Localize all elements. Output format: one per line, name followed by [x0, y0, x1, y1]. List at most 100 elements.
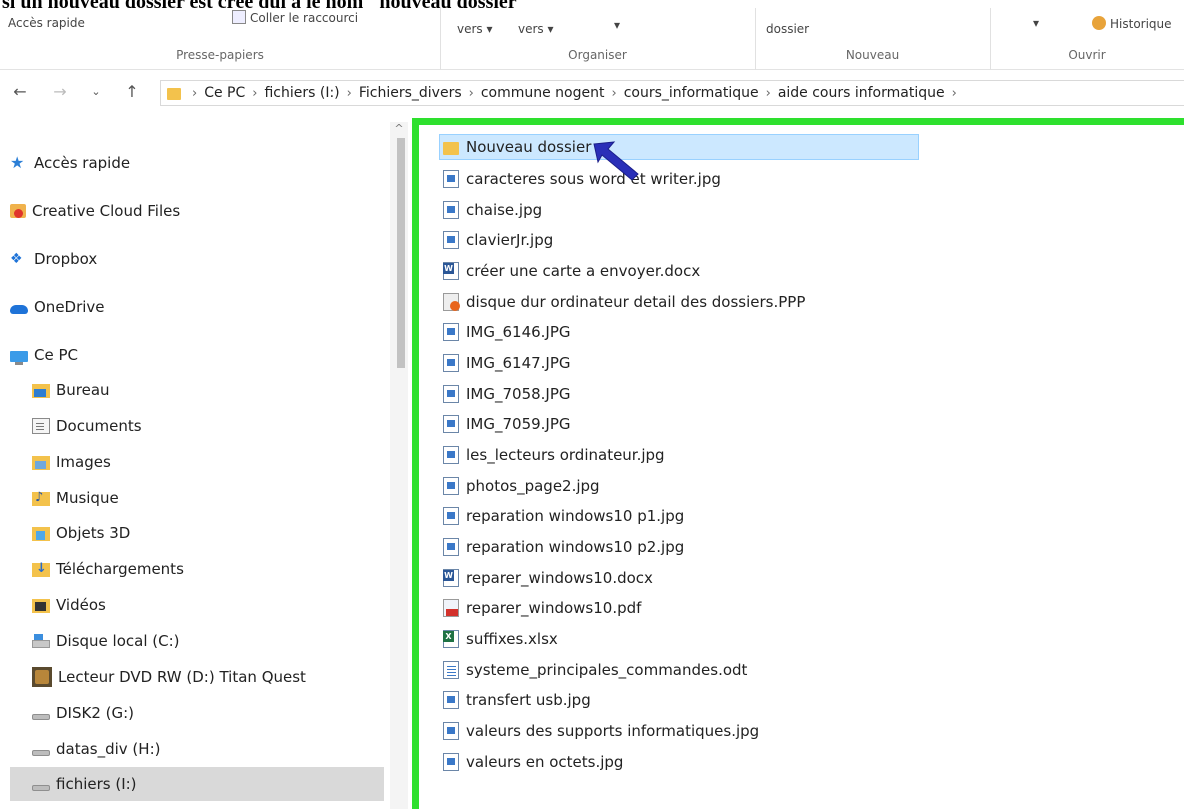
- history-icon: [1092, 16, 1106, 30]
- file-item[interactable]: photos_page2.jpg: [443, 473, 600, 499]
- sidebar-scroll-thumb[interactable]: [397, 138, 405, 368]
- history-button[interactable]: Historique: [1092, 16, 1172, 31]
- sidebar-item-disk2-g[interactable]: DISK2 (G:): [32, 696, 384, 730]
- sidebar-item-ce-pc[interactable]: Ce PC: [10, 338, 384, 372]
- sidebar-item-label: Dropbox: [34, 250, 98, 268]
- file-item[interactable]: reparation windows10 p1.jpg: [443, 503, 684, 529]
- sidebar-item-label: Bureau: [56, 381, 110, 399]
- image-file-icon: [443, 507, 459, 525]
- file-name: reparer_windows10.pdf: [466, 599, 642, 617]
- sidebar-item-label: OneDrive: [34, 298, 105, 316]
- paste-shortcut-icon: [232, 10, 246, 24]
- copy-to-button[interactable]: vers ▾: [518, 22, 554, 36]
- file-list: Nouveau dossier caracteres sous word et …: [412, 118, 1184, 809]
- sidebar-item-datas-div-h[interactable]: datas_div (H:): [32, 732, 384, 766]
- desktop-folder-icon: [32, 383, 50, 398]
- sidebar-item-disque-local-c[interactable]: Disque local (C:): [32, 624, 384, 658]
- file-item[interactable]: clavierJr.jpg: [443, 227, 553, 253]
- excel-file-icon: [443, 630, 459, 648]
- sidebar-item-label: Accès rapide: [34, 154, 131, 172]
- file-item[interactable]: reparation windows10 p2.jpg: [443, 534, 684, 560]
- file-item[interactable]: IMG_6146.JPG: [443, 319, 571, 345]
- file-name: valeurs des supports informatiques.jpg: [466, 722, 760, 740]
- file-item[interactable]: transfert usb.jpg: [443, 687, 591, 713]
- file-item[interactable]: reparer_windows10.docx: [443, 565, 653, 591]
- sidebar-item-musique[interactable]: Musique: [32, 481, 384, 515]
- file-item[interactable]: les_lecteurs ordinateur.jpg: [443, 442, 665, 468]
- file-item[interactable]: IMG_6147.JPG: [443, 350, 571, 376]
- drive-icon: [32, 713, 50, 720]
- delete-dropdown[interactable]: ▾: [614, 18, 620, 32]
- sidebar-item-dropbox[interactable]: ❖ Dropbox: [10, 242, 384, 276]
- breadcrumb-cours-informatique[interactable]: cours_informatique: [624, 85, 759, 101]
- breadcrumb-aide-cours-informatique[interactable]: aide cours informatique: [778, 85, 945, 101]
- file-item[interactable]: systeme_principales_commandes.odt: [443, 657, 747, 683]
- sidebar-item-acces-rapide[interactable]: ★ Accès rapide: [10, 146, 384, 180]
- recent-locations-chevron-icon[interactable]: ⌄: [86, 82, 106, 102]
- image-file-icon: [443, 446, 459, 464]
- breadcrumb-fichiers-divers[interactable]: Fichiers_divers: [359, 85, 462, 101]
- file-item[interactable]: chaise.jpg: [443, 197, 542, 223]
- sidebar-item-label: Disque local (C:): [56, 632, 180, 650]
- sidebar-item-documents[interactable]: Documents: [32, 409, 384, 443]
- file-item[interactable]: IMG_7059.JPG: [443, 411, 571, 437]
- sidebar-item-telechargements[interactable]: Téléchargements: [32, 552, 384, 586]
- new-folder-button[interactable]: dossier: [766, 22, 809, 36]
- address-bar-row: ← → ⌄ ↑ › Ce PC › fichiers (I:) › Fichie…: [0, 72, 1184, 112]
- odt-document-icon: [443, 661, 459, 679]
- documents-icon: [32, 418, 50, 434]
- file-name: suffixes.xlsx: [466, 630, 558, 648]
- sidebar-item-label: Images: [56, 453, 111, 471]
- paste-shortcut-label: Coller le raccourci: [250, 11, 359, 25]
- file-name: les_lecteurs ordinateur.jpg: [466, 446, 665, 464]
- up-arrow-icon[interactable]: ↑: [122, 82, 142, 102]
- move-to-button[interactable]: vers ▾: [457, 22, 493, 36]
- sidebar-item-label: Musique: [56, 489, 119, 507]
- sidebar-item-creative-cloud[interactable]: Creative Cloud Files: [10, 194, 384, 228]
- sidebar-item-dvd-drive-d[interactable]: Lecteur DVD RW (D:) Titan Quest: [32, 660, 384, 694]
- sidebar-item-label: fichiers (I:): [56, 775, 137, 793]
- file-name: chaise.jpg: [466, 201, 543, 219]
- 3d-objects-icon: [32, 526, 50, 541]
- breadcrumb-expand-chevron-icon[interactable]: ›: [952, 86, 957, 101]
- file-name: systeme_principales_commandes.odt: [466, 661, 748, 679]
- back-arrow-icon[interactable]: ←: [10, 82, 30, 102]
- scroll-up-chevron-icon[interactable]: ^: [392, 122, 406, 136]
- breadcrumb-ce-pc[interactable]: Ce PC: [204, 85, 245, 101]
- file-item-nouveau-dossier[interactable]: Nouveau dossier: [439, 134, 919, 160]
- file-item[interactable]: valeurs en octets.jpg: [443, 749, 623, 775]
- image-file-icon: [443, 354, 459, 372]
- image-file-icon: [443, 415, 459, 433]
- quick-access-pin-label[interactable]: Accès rapide: [8, 16, 85, 30]
- address-bar[interactable]: › Ce PC › fichiers (I:) › Fichiers_diver…: [160, 80, 1184, 106]
- history-label: Historique: [1110, 17, 1172, 31]
- creative-cloud-icon: [10, 204, 26, 218]
- file-name: IMG_7058.JPG: [466, 385, 571, 403]
- file-item[interactable]: caracteres sous word et writer.jpg: [443, 166, 721, 192]
- file-item[interactable]: reparer_windows10.pdf: [443, 595, 641, 621]
- properties-dropdown[interactable]: ▾: [1033, 16, 1039, 30]
- sidebar-item-fichiers-i[interactable]: fichiers (I:): [10, 767, 384, 801]
- sidebar-item-label: DISK2 (G:): [56, 704, 135, 722]
- file-item[interactable]: disque dur ordinateur detail des dossier…: [443, 289, 805, 315]
- file-name: valeurs en octets.jpg: [466, 753, 624, 771]
- pictures-folder-icon: [32, 455, 50, 470]
- file-item[interactable]: valeurs des supports informatiques.jpg: [443, 718, 759, 744]
- breadcrumb-commune-nogent[interactable]: commune nogent: [481, 85, 605, 101]
- file-item[interactable]: créer une carte a envoyer.docx: [443, 258, 700, 284]
- file-item[interactable]: suffixes.xlsx: [443, 626, 558, 652]
- file-item[interactable]: IMG_7058.JPG: [443, 381, 571, 407]
- folder-icon: [167, 88, 181, 100]
- sidebar-item-images[interactable]: Images: [32, 445, 384, 479]
- sidebar-item-label: Lecteur DVD RW (D:) Titan Quest: [58, 668, 306, 686]
- forward-arrow-icon[interactable]: →: [50, 82, 70, 102]
- paste-shortcut-button[interactable]: Coller le raccourci: [232, 10, 358, 25]
- organize-group-label: Organiser: [568, 48, 627, 62]
- image-file-icon: [443, 477, 459, 495]
- sidebar-item-onedrive[interactable]: OneDrive: [10, 290, 384, 324]
- sidebar-item-bureau[interactable]: Bureau: [32, 373, 384, 407]
- breadcrumb-fichiers[interactable]: fichiers (I:): [264, 85, 339, 101]
- sidebar-item-videos[interactable]: Vidéos: [32, 588, 384, 622]
- image-file-icon: [443, 722, 459, 740]
- sidebar-item-objets-3d[interactable]: Objets 3D: [32, 516, 384, 550]
